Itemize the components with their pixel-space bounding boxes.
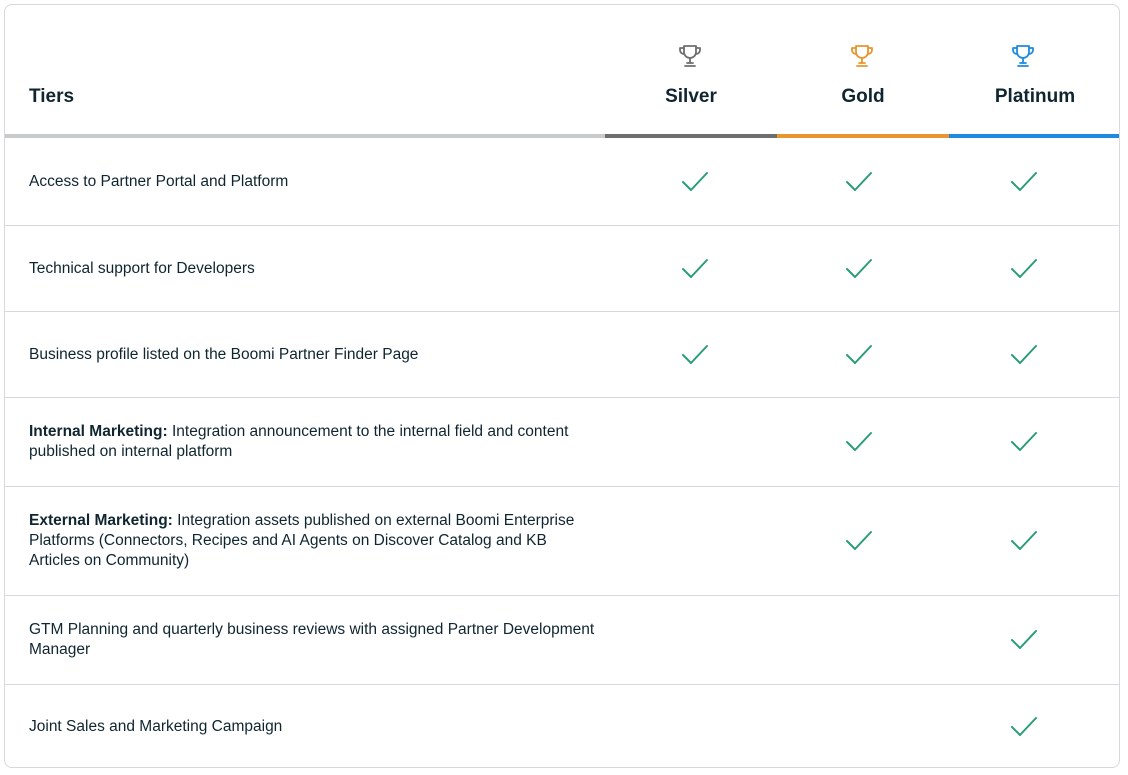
table-row: Joint Sales and Marketing Campaign — [5, 684, 1119, 767]
table-row: External Marketing: Integration assets p… — [5, 486, 1119, 595]
gold-underline — [777, 134, 949, 138]
feature-text: Joint Sales and Marketing Campaign — [29, 718, 283, 735]
checkmark-icon — [846, 172, 872, 191]
feature-description: Internal Marketing: Integration announce… — [29, 422, 599, 462]
checkmark-icon — [682, 258, 708, 278]
trophy-icon — [851, 45, 873, 67]
table-row: GTM Planning and quarterly business revi… — [5, 595, 1119, 684]
checkmark-icon — [1011, 172, 1037, 191]
tier-name-platinum: Platinum — [994, 86, 1076, 107]
gold-trophy-icon-tile — [830, 29, 894, 85]
feature-description: Access to Partner Portal and Platform — [29, 172, 599, 192]
feature-heading: External Marketing: — [29, 512, 173, 529]
feature-text: Business profile listed on the Boomi Par… — [29, 345, 419, 363]
feature-description: External Marketing: Integration assets p… — [29, 511, 599, 571]
silver-trophy-icon-tile — [658, 29, 722, 85]
silver-underline — [605, 134, 777, 138]
feature-description: GTM Planning and quarterly business revi… — [29, 620, 599, 660]
tier-header-platinum: Platinum — [949, 5, 1119, 139]
trophy-icon — [1012, 45, 1034, 67]
feature-text: Technical support for Developers — [29, 259, 255, 277]
tier-name-silver: Silver — [665, 86, 717, 107]
feature-description: Business profile listed on the Boomi Par… — [29, 345, 599, 365]
table-row: Technical support for Developers — [5, 225, 1119, 311]
table-row: Access to Partner Portal and Platform — [5, 139, 1119, 225]
feature-description: Technical support for Developers — [29, 259, 599, 279]
tier-comparison-table: Tiers Silver Gold Platinum Access to Par… — [4, 4, 1120, 768]
tier-name-gold: Gold — [841, 86, 885, 107]
feature-description: Joint Sales and Marketing Campaign — [29, 717, 599, 737]
checkmark-icon — [846, 258, 872, 278]
checkmark-icon — [1011, 531, 1037, 550]
table-header: Tiers Silver Gold Platinum — [5, 5, 1119, 139]
feature-heading: Internal Marketing: — [29, 423, 168, 440]
tiers-underline — [5, 134, 605, 138]
trophy-icon — [679, 45, 701, 67]
checkmark-icon — [1011, 717, 1037, 736]
feature-text: Access to Partner Portal and Platform — [29, 173, 289, 190]
checkmark-icon — [682, 172, 708, 191]
checkmark-icon — [846, 432, 872, 451]
checkmark-icon — [846, 344, 872, 364]
checkmark-icon — [1011, 258, 1037, 278]
platinum-trophy-icon-tile — [991, 29, 1055, 85]
tier-header-gold: Gold — [777, 5, 949, 139]
checkmark-icon — [1011, 630, 1037, 649]
tiers-label: Tiers — [29, 86, 75, 107]
tier-header-silver: Silver — [605, 5, 777, 139]
checkmark-icon — [682, 344, 708, 364]
feature-text: GTM Planning and quarterly business revi… — [29, 621, 595, 658]
table-row: Business profile listed on the Boomi Par… — [5, 311, 1119, 397]
platinum-underline — [949, 134, 1119, 138]
table-row: Internal Marketing: Integration announce… — [5, 397, 1119, 486]
checkmark-icon — [846, 531, 872, 550]
checkmark-icon — [1011, 432, 1037, 451]
checkmark-icon — [1011, 344, 1037, 364]
